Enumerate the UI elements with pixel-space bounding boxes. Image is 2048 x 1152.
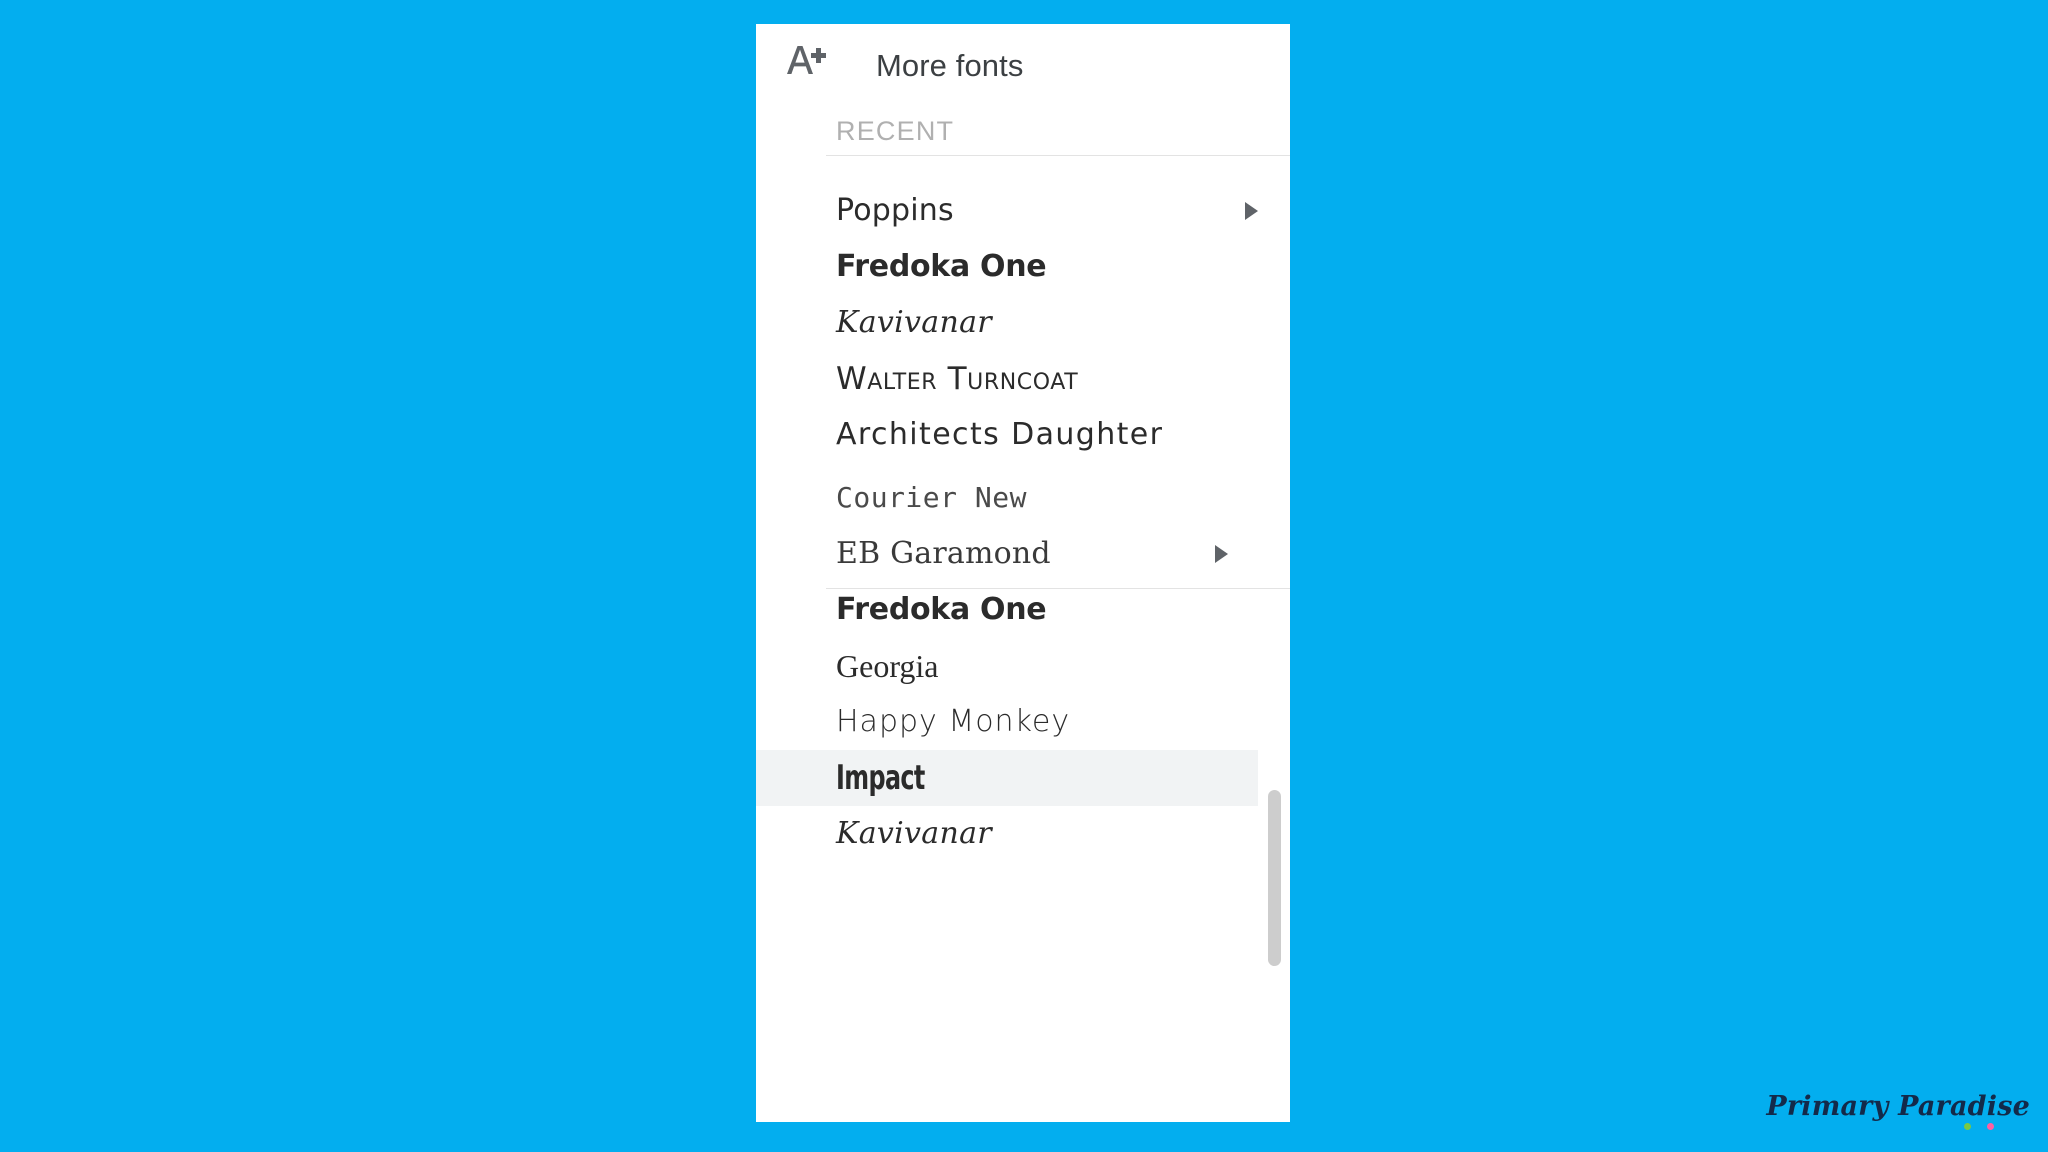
font-name-label: Courier New [836,481,1027,514]
font-name-label: Georgia [836,648,939,684]
font-name-label: Fredoka One [836,592,1047,627]
font-name-label: Fredoka One [836,249,1047,284]
add-font-icon [778,36,832,84]
font-row-eb-garamond[interactable]: EB Garamond [756,526,1258,582]
font-row-walter-turncoat[interactable]: Walter Turncoat [756,351,1258,407]
chevron-right-icon[interactable] [1215,545,1228,563]
font-name-label: EB Garamond [836,536,1051,571]
chevron-right-icon[interactable] [1245,202,1258,220]
font-name-label: Architects Daughter [836,417,1164,452]
watermark-dot-green [1964,1123,1971,1130]
recent-section-label: RECENT [836,116,955,146]
font-row-fredoka-one-recent[interactable]: Fredoka One [756,239,1258,295]
font-menu-panel: More fonts RECENT Poppins Fredoka One Ka… [756,24,1290,1122]
more-fonts-menu-item[interactable]: More fonts [756,24,1290,127]
font-row-kavivanar-recent[interactable]: Kavivanar [756,295,1258,351]
divider-header [826,155,1290,156]
watermark: Primary Paradise [1766,1093,2030,1130]
scrollbar-thumb[interactable] [1268,790,1281,966]
font-row-architects-daughter[interactable]: Architects Daughter [756,407,1258,463]
watermark-text: Primary Paradise [1766,1091,2030,1122]
font-name-label: Poppins [836,193,954,228]
more-fonts-label: More fonts [876,48,1024,83]
font-name-label: Walter Turncoat [836,360,1079,397]
watermark-dot-pink [1987,1123,1994,1130]
font-row-courier-new[interactable]: Courier New [756,470,1258,526]
font-name-label: Impact [836,758,925,798]
font-row-impact[interactable]: Impact [756,750,1258,806]
font-row-poppins[interactable]: Poppins [756,183,1258,239]
font-row-georgia[interactable]: Georgia [756,638,1258,694]
font-row-kavivanar[interactable]: Kavivanar [756,806,1258,862]
font-name-label: Kavivanar [836,305,992,340]
font-row-happy-monkey[interactable]: Happy Monkey [756,694,1258,750]
font-row-fredoka-one[interactable]: Fredoka One [756,582,1258,638]
font-name-label: Kavivanar [836,816,992,851]
font-name-label: Happy Monkey [836,704,1071,739]
watermark-dots [1766,1123,1994,1130]
